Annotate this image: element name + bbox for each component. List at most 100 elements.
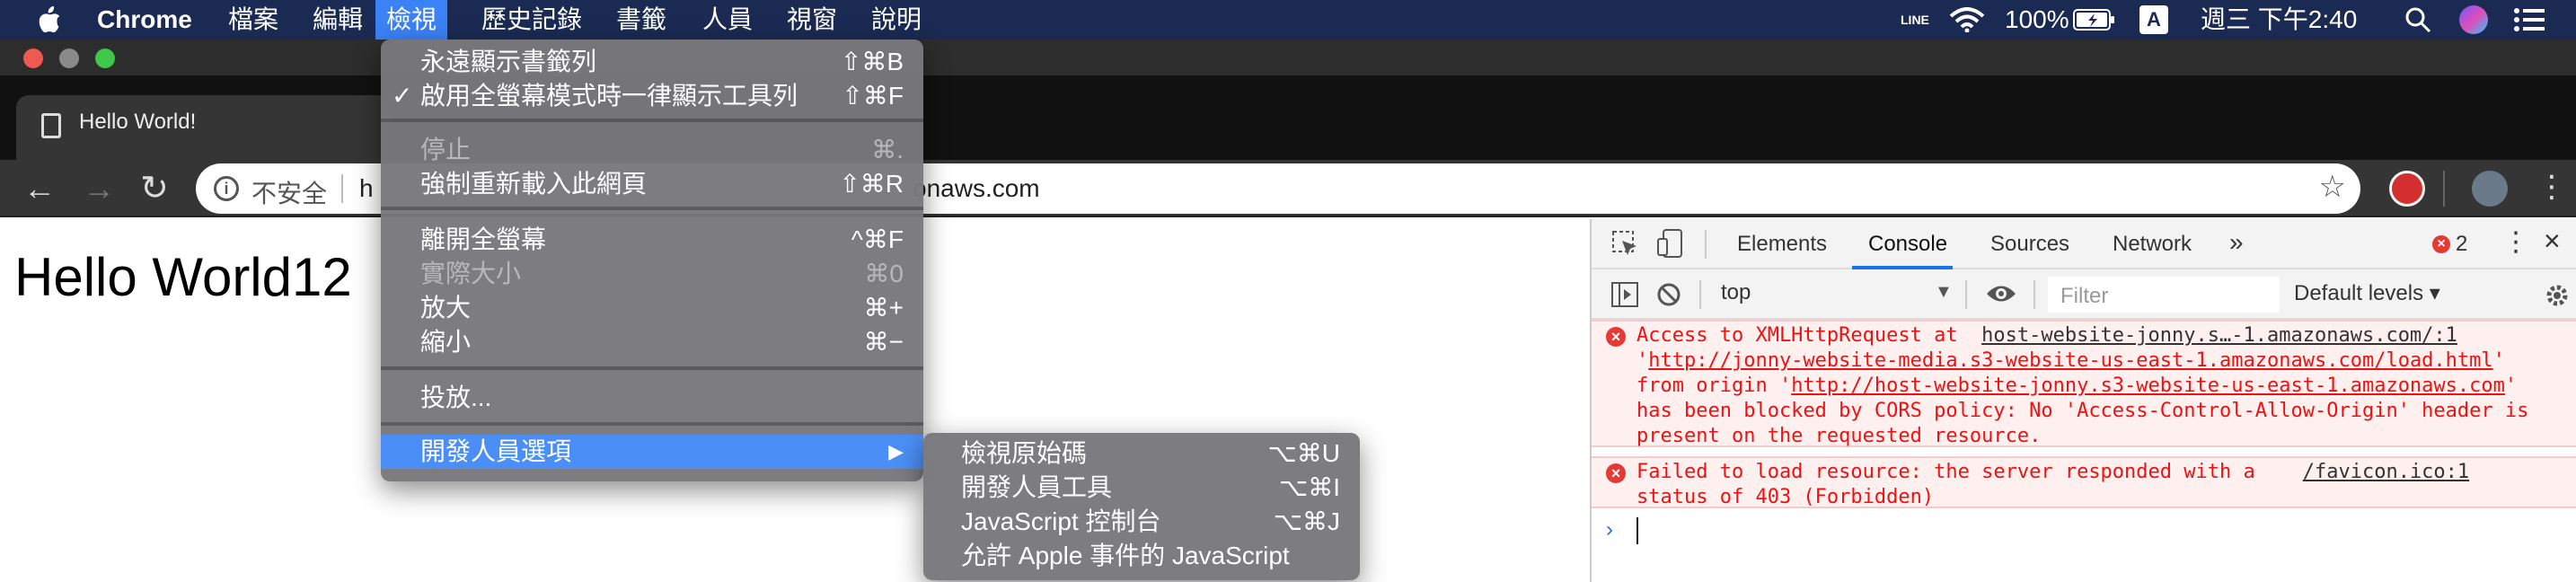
notification-center-icon[interactable]: [2513, 7, 2545, 32]
checkmark-icon: ✓: [392, 82, 413, 110]
menu-view[interactable]: 檢視: [375, 0, 448, 40]
console-filter-input[interactable]: Filter: [2048, 277, 2280, 313]
menu-item-always-show-toolbar-fullscreen[interactable]: ✓ 啟用全螢幕模式時一律顯示工具列 ⇧⌘F: [381, 79, 923, 113]
menu-separator: [381, 422, 923, 426]
omnibox-separator: [341, 174, 343, 203]
toolbar-divider: [2443, 171, 2445, 207]
error-icon: ×: [1606, 463, 1626, 483]
show-sidebar-icon[interactable]: [1611, 282, 1638, 307]
error-count[interactable]: 2: [2456, 232, 2467, 257]
menu-item-stop: 停止 ⌘.: [420, 136, 904, 163]
log-levels-dropdown[interactable]: Default levels ▾: [2294, 280, 2440, 306]
menu-item-zoom-in[interactable]: 放大 ⌘+: [381, 291, 923, 325]
profile-avatar[interactable]: [2472, 171, 2508, 207]
menu-history[interactable]: 歷史記錄: [481, 0, 582, 40]
menu-window[interactable]: 視窗: [787, 0, 837, 40]
filter-placeholder: Filter: [2060, 284, 2109, 308]
extension-stop-icon[interactable]: [2389, 171, 2425, 207]
menu-edit[interactable]: 編輯: [313, 0, 363, 40]
tab-sources[interactable]: Sources: [1990, 232, 2069, 257]
screen: Chrome 檔案 編輯 檢視 歷史記錄 書籤 人員 視窗 說明 LINE 10…: [0, 0, 2576, 582]
console-toolbar: top ▼ Filter Default levels ▾: [1592, 269, 2576, 320]
error-icon: ×: [1606, 327, 1626, 347]
devtools-panel: Elements Console Sources Network » × 2 ⋮…: [1590, 219, 2576, 582]
submenu-arrow-icon: ▶: [888, 440, 904, 463]
menu-item-cast[interactable]: 投放...: [381, 381, 923, 415]
menu-item-developer-tools[interactable]: 開發人員工具 ⌥⌘I: [923, 471, 1360, 505]
console-prompt-icon: ›: [1606, 517, 1613, 542]
error-text: Failed to load resource: the server resp…: [1636, 461, 2470, 508]
tab-elements[interactable]: Elements: [1737, 232, 1827, 257]
line-icon[interactable]: LINE: [1901, 0, 1929, 40]
info-icon[interactable]: i: [214, 176, 239, 201]
developer-submenu: 檢視原始碼 ⌥⌘U 開發人員工具 ⌥⌘I JavaScript 控制台 ⌥⌘J …: [923, 433, 1360, 580]
menu-people[interactable]: 人員: [702, 0, 753, 40]
inspect-element-icon[interactable]: [1611, 230, 1640, 259]
menu-item-exit-fullscreen[interactable]: 離開全螢幕 ^⌘F: [381, 223, 923, 257]
filter-divider: [1965, 280, 1967, 309]
menu-item-allow-apple-events-javascript[interactable]: 允許 Apple 事件的 JavaScript: [923, 539, 1360, 573]
menu-item-actual-size: 實際大小 ⌘0: [420, 260, 904, 287]
page-heading: Hello World12: [14, 247, 352, 307]
mac-menubar: Chrome 檔案 編輯 檢視 歷史記錄 書籤 人員 視窗 說明 LINE 10…: [0, 0, 2576, 40]
url-text-start[interactable]: h: [359, 174, 374, 203]
menu-item-always-show-bookmarks-bar[interactable]: 永遠顯示書籤列 ⇧⌘B: [381, 45, 923, 79]
wifi-icon[interactable]: [1949, 7, 1985, 32]
back-arrow-icon[interactable]: ←: [23, 169, 56, 208]
forward-arrow-icon[interactable]: →: [83, 169, 115, 208]
clear-console-icon[interactable]: [1656, 282, 1681, 307]
console-error-message: × Access to XMLHttpRequest at host-websi…: [1592, 320, 2576, 447]
tab-console[interactable]: Console: [1868, 232, 1947, 257]
console-input-caret[interactable]: [1636, 517, 1638, 544]
menu-item-zoom-out[interactable]: 縮小 ⌘−: [381, 325, 923, 359]
reload-icon[interactable]: ↻: [140, 169, 169, 208]
menu-item-javascript-console[interactable]: JavaScript 控制台 ⌥⌘J: [923, 505, 1360, 539]
devtools-tab-bar: Elements Console Sources Network » × 2 ⋮…: [1592, 219, 2576, 269]
menu-item-force-reload[interactable]: 強制重新載入此網頁 ⇧⌘R: [381, 167, 923, 201]
filter-divider: [2033, 280, 2035, 309]
spotlight-search-icon[interactable]: [2404, 5, 2432, 34]
menu-separator: [381, 366, 923, 370]
source-link[interactable]: host-website-jonny.s…-1.amazonaws.com/:1: [1981, 324, 2457, 347]
clock[interactable]: 週三 下午2:40: [2201, 0, 2357, 40]
origin-link[interactable]: http://host-website-jonny.s3-website-us-…: [1791, 375, 2505, 397]
device-toolbar-icon[interactable]: [1656, 228, 1685, 259]
more-tabs-icon[interactable]: »: [2229, 228, 2244, 257]
menu-file[interactable]: 檔案: [228, 0, 278, 40]
filter-divider: [1699, 280, 1701, 309]
request-url-link[interactable]: http://jonny-website-media.s3-website-us…: [1648, 349, 2492, 372]
devtools-menu-icon[interactable]: ⋮: [2502, 226, 2529, 258]
console-error-message: × Failed to load resource: the server re…: [1592, 456, 2576, 508]
menu-chrome[interactable]: Chrome: [97, 0, 192, 40]
context-dropdown-icon[interactable]: ▼: [1935, 282, 1953, 303]
error-count-icon[interactable]: ×: [2432, 235, 2450, 253]
fullscreen-window-button[interactable]: [95, 48, 115, 68]
battery-icon[interactable]: [2073, 9, 2116, 31]
menu-separator: [381, 119, 923, 122]
menu-help[interactable]: 說明: [871, 0, 922, 40]
close-devtools-icon[interactable]: ×: [2544, 225, 2561, 258]
live-expression-eye-icon[interactable]: [1985, 282, 2017, 305]
menu-bookmarks[interactable]: 書籤: [616, 0, 666, 40]
source-link[interactable]: /favicon.ico:1: [2303, 461, 2469, 483]
close-window-button[interactable]: [23, 48, 43, 68]
context-selector[interactable]: top: [1721, 280, 1751, 305]
error-text: Access to XMLHttpRequest at host-website…: [1636, 324, 2541, 447]
browser-tab[interactable]: Hello World!: [16, 95, 393, 160]
document-icon: [41, 113, 61, 138]
input-source-indicator[interactable]: A: [2139, 5, 2168, 34]
minimize-window-button[interactable]: [59, 48, 79, 68]
tab-title: Hello World!: [79, 110, 197, 134]
tab-network[interactable]: Network: [2113, 232, 2192, 257]
menu-item-developer[interactable]: 開發人員選項 ▶: [381, 435, 923, 469]
apple-icon[interactable]: [36, 5, 63, 34]
console-settings-gear-icon[interactable]: [2544, 282, 2571, 309]
battery-percent: 100%: [2005, 5, 2069, 33]
not-secure-label[interactable]: 不安全: [251, 174, 327, 210]
siri-icon[interactable]: [2459, 5, 2488, 34]
devtools-divider: [1705, 230, 1707, 259]
bookmark-star-icon[interactable]: ☆: [2319, 169, 2346, 205]
menu-item-view-source[interactable]: 檢視原始碼 ⌥⌘U: [923, 436, 1360, 471]
chrome-menu-icon[interactable]: ⋮: [2536, 169, 2567, 205]
url-text-end[interactable]: onaws.com: [913, 174, 1040, 203]
